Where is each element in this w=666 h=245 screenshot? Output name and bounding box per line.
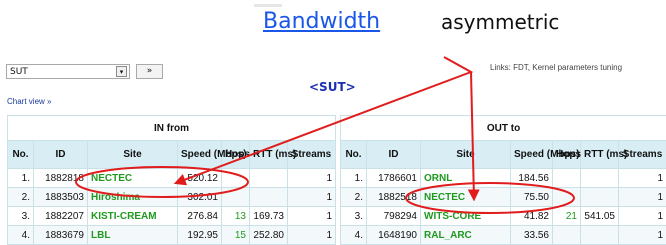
annotation-arrow-out xyxy=(471,72,474,199)
annotation-overlay xyxy=(0,0,666,244)
highlight-ellipse-out xyxy=(406,183,574,213)
annotation-arrow-in xyxy=(176,57,471,183)
highlight-ellipse-in xyxy=(76,167,248,197)
